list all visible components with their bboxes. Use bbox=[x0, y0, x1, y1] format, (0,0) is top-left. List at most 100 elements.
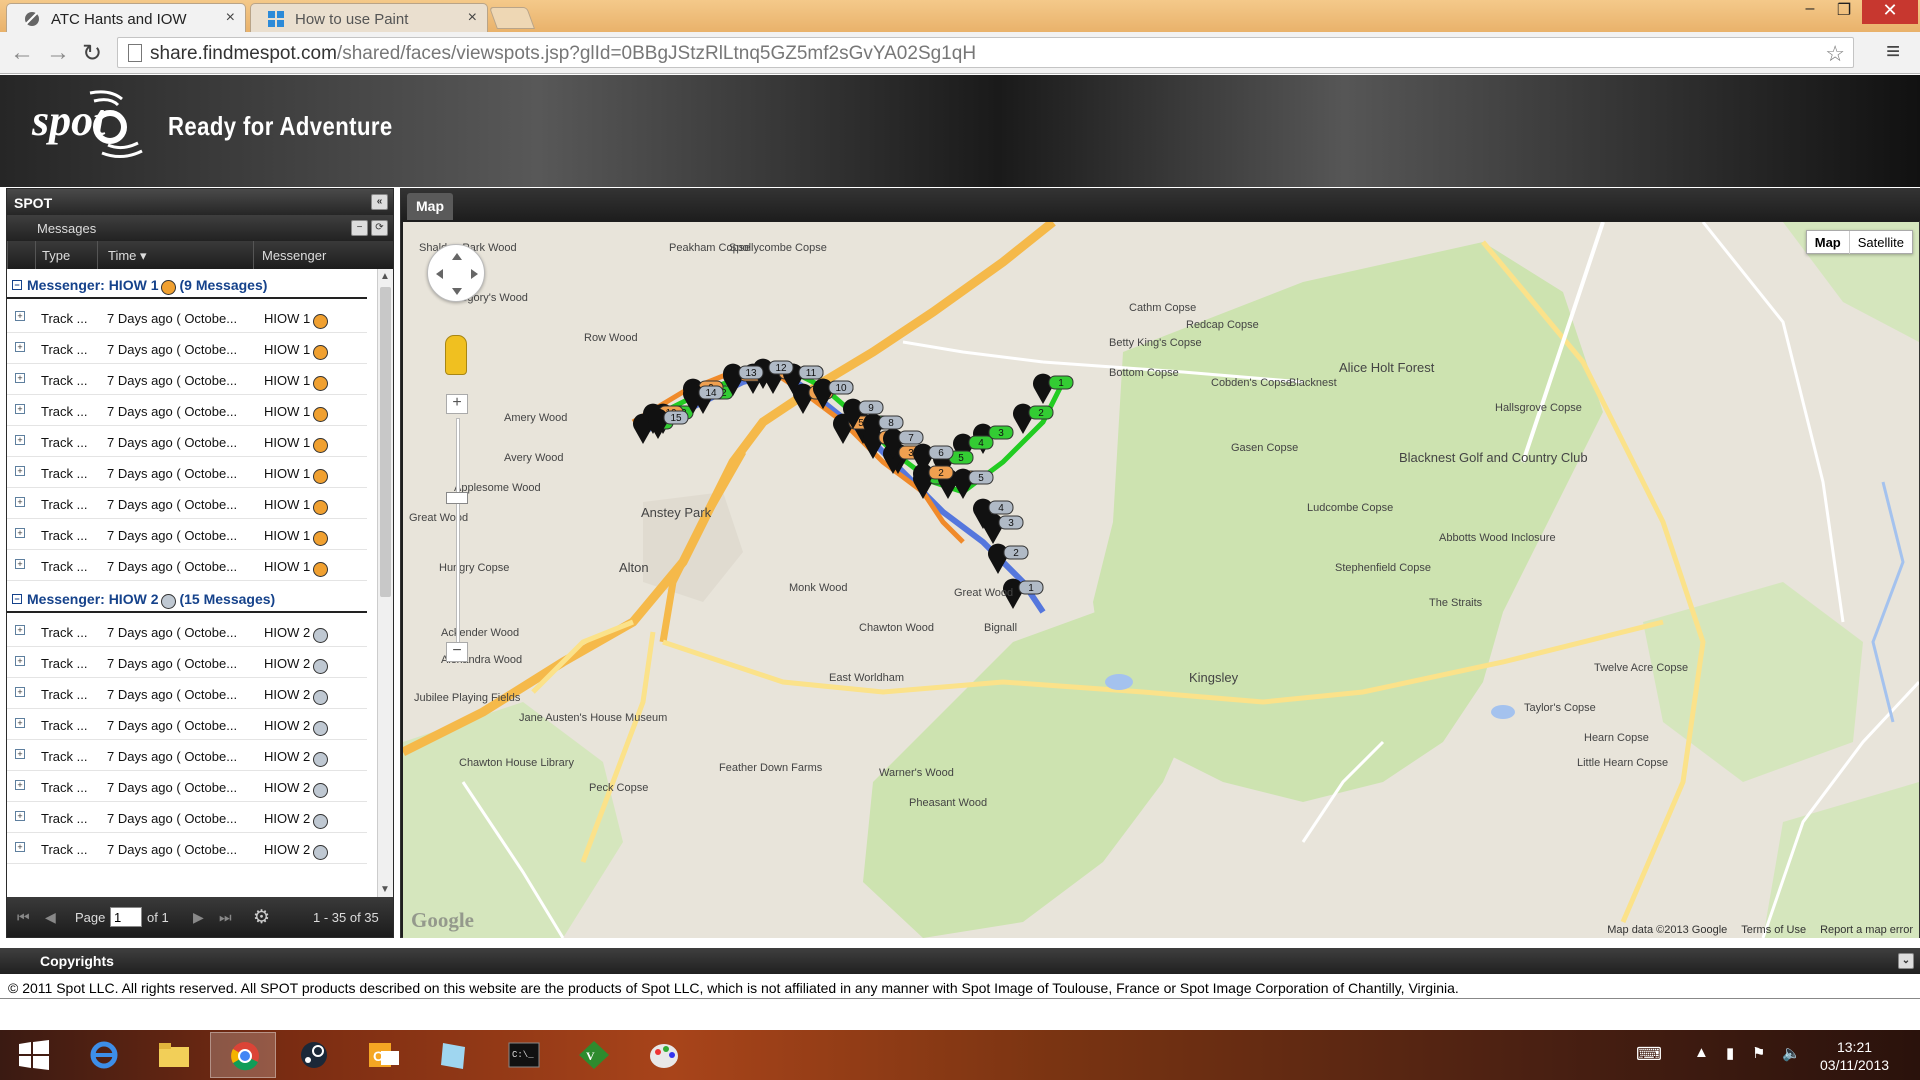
show-hidden-icons[interactable]: ▲ bbox=[1694, 1044, 1709, 1061]
scroll-up-icon[interactable]: ▲ bbox=[380, 271, 390, 282]
taskbar-vim[interactable]: V bbox=[560, 1032, 626, 1078]
row-expand-icon[interactable]: + bbox=[15, 811, 25, 821]
taskbar-clock[interactable]: 13:21 03/11/2013 bbox=[1820, 1038, 1889, 1074]
action-center-flag-icon[interactable]: ⚑ bbox=[1752, 1044, 1765, 1062]
tab-how-to-use-paint[interactable]: How to use Paint × bbox=[250, 3, 488, 32]
refresh-icon[interactable]: ⚙ bbox=[253, 906, 270, 929]
bookmark-star-icon[interactable]: ☆ bbox=[1825, 41, 1845, 67]
reload-icon[interactable]: ↻ bbox=[82, 39, 102, 68]
column-time[interactable]: Time ▾ bbox=[97, 241, 253, 269]
message-row[interactable]: + Track ... 7 Days ago ( Octobe... HIOW 1 bbox=[7, 550, 367, 581]
pan-control-icon[interactable] bbox=[427, 244, 485, 302]
column-messenger[interactable]: Messenger bbox=[253, 241, 393, 269]
row-expand-icon[interactable]: + bbox=[15, 404, 25, 414]
row-expand-icon[interactable]: + bbox=[15, 656, 25, 666]
message-type: Track ... bbox=[41, 435, 88, 450]
row-expand-icon[interactable]: + bbox=[15, 528, 25, 538]
row-expand-icon[interactable]: + bbox=[15, 842, 25, 852]
collapse-panel-icon[interactable]: « bbox=[371, 194, 388, 210]
taskbar-internet-explorer[interactable] bbox=[70, 1032, 136, 1078]
row-expand-icon[interactable]: + bbox=[15, 435, 25, 445]
messenger-group-header[interactable]: − Messenger: HIOW 2 (15 Messages) bbox=[7, 583, 367, 613]
message-row[interactable]: + Track ... 7 Days ago ( Octobe... HIOW 2 bbox=[7, 709, 367, 740]
map-canvas[interactable]: 1234567891011121314123456789101234567891… bbox=[403, 222, 1919, 938]
tab-close-icon[interactable]: × bbox=[226, 9, 235, 27]
message-row[interactable]: + Track ... 7 Days ago ( Octobe... HIOW 1 bbox=[7, 333, 367, 364]
scroll-down-icon[interactable]: ▼ bbox=[380, 884, 390, 895]
grid-scrollbar[interactable]: ▲ ▼ bbox=[377, 269, 393, 897]
group-collapse-icon[interactable]: − bbox=[12, 280, 22, 290]
row-expand-icon[interactable]: + bbox=[15, 780, 25, 790]
tab-atc-hants[interactable]: ATC Hants and IOW × bbox=[6, 3, 246, 32]
row-expand-icon[interactable]: + bbox=[15, 559, 25, 569]
taskbar-command-prompt[interactable]: C:\_ bbox=[490, 1032, 556, 1078]
street-view-pegman-icon[interactable] bbox=[445, 335, 467, 375]
zoom-slider[interactable] bbox=[456, 418, 460, 652]
message-row[interactable]: + Track ... 7 Days ago ( Octobe... HIOW 1 bbox=[7, 519, 367, 550]
first-page-icon[interactable]: ⏮ bbox=[17, 909, 30, 926]
taskbar-file-explorer[interactable] bbox=[140, 1032, 206, 1078]
row-expand-icon[interactable]: + bbox=[15, 373, 25, 383]
zoom-in-button[interactable]: + bbox=[446, 394, 468, 414]
taskbar-notepad[interactable] bbox=[420, 1032, 486, 1078]
map-view-button[interactable]: Map bbox=[1807, 231, 1850, 254]
row-expand-icon[interactable]: + bbox=[15, 625, 25, 635]
group-collapse-icon[interactable]: − bbox=[12, 594, 22, 604]
row-expand-icon[interactable]: + bbox=[15, 497, 25, 507]
message-row[interactable]: + Track ... 7 Days ago ( Octobe... HIOW 2 bbox=[7, 616, 367, 647]
scroll-thumb[interactable] bbox=[380, 287, 391, 597]
place-label: Stephenfield Copse bbox=[1335, 562, 1432, 574]
message-row[interactable]: + Track ... 7 Days ago ( Octobe... HIOW 1 bbox=[7, 457, 367, 488]
next-page-icon[interactable]: ▶ bbox=[193, 909, 204, 926]
zoom-out-button[interactable]: − bbox=[446, 642, 468, 662]
start-button[interactable] bbox=[0, 1032, 66, 1078]
message-time: 7 Days ago ( Octobe... bbox=[107, 311, 238, 326]
row-expand-icon[interactable]: + bbox=[15, 718, 25, 728]
page-number-input[interactable] bbox=[110, 907, 142, 927]
chrome-menu-icon[interactable]: ≡ bbox=[1886, 38, 1900, 66]
volume-icon[interactable]: 🔈 bbox=[1782, 1044, 1801, 1062]
new-tab-button[interactable] bbox=[488, 7, 536, 29]
message-row[interactable]: + Track ... 7 Days ago ( Octobe... HIOW 1 bbox=[7, 364, 367, 395]
column-type[interactable]: Type bbox=[35, 241, 97, 269]
terms-link[interactable]: Terms of Use bbox=[1741, 924, 1806, 936]
close-window-button[interactable]: ✕ bbox=[1862, 0, 1918, 24]
zoom-slider-thumb[interactable] bbox=[446, 492, 468, 504]
minimize-messages-icon[interactable]: − bbox=[351, 220, 368, 236]
last-page-icon[interactable]: ⏭ bbox=[219, 909, 232, 926]
forward-arrow-icon[interactable]: → bbox=[46, 39, 70, 67]
message-row[interactable]: + Track ... 7 Days ago ( Octobe... HIOW 2 bbox=[7, 771, 367, 802]
row-expand-icon[interactable]: + bbox=[15, 466, 25, 476]
collapse-copyrights-icon[interactable]: ⌄ bbox=[1898, 953, 1914, 969]
row-expand-icon[interactable]: + bbox=[15, 749, 25, 759]
address-bar[interactable]: share.findmespot.com/shared/faces/viewsp… bbox=[117, 37, 1854, 68]
battery-icon[interactable]: ▮ bbox=[1726, 1044, 1734, 1062]
maximize-button[interactable]: ❐ bbox=[1824, 0, 1864, 24]
message-row[interactable]: + Track ... 7 Days ago ( Octobe... HIOW 2 bbox=[7, 678, 367, 709]
messenger-group-header[interactable]: − Messenger: HIOW 1 (9 Messages) bbox=[7, 269, 367, 299]
row-expand-icon[interactable]: + bbox=[15, 687, 25, 697]
refresh-messages-icon[interactable]: ⟳ bbox=[371, 220, 388, 236]
back-arrow-icon[interactable]: ← bbox=[10, 39, 34, 67]
taskbar-paint[interactable] bbox=[630, 1032, 696, 1078]
keyboard-icon[interactable]: ⌨ bbox=[1636, 1044, 1662, 1065]
spot-logo[interactable]: spot bbox=[30, 85, 160, 165]
taskbar-outlook[interactable]: O bbox=[350, 1032, 416, 1078]
report-error-link[interactable]: Report a map error bbox=[1820, 924, 1913, 936]
row-expand-icon[interactable]: + bbox=[15, 342, 25, 352]
message-row[interactable]: + Track ... 7 Days ago ( Octobe... HIOW 2 bbox=[7, 802, 367, 833]
message-row[interactable]: + Track ... 7 Days ago ( Octobe... HIOW 1 bbox=[7, 426, 367, 457]
message-row[interactable]: + Track ... 7 Days ago ( Octobe... HIOW 2 bbox=[7, 740, 367, 771]
message-row[interactable]: + Track ... 7 Days ago ( Octobe... HIOW 1 bbox=[7, 395, 367, 426]
taskbar-steam[interactable] bbox=[280, 1032, 346, 1078]
row-expand-icon[interactable]: + bbox=[15, 311, 25, 321]
message-row[interactable]: + Track ... 7 Days ago ( Octobe... HIOW 1 bbox=[7, 302, 367, 333]
message-row[interactable]: + Track ... 7 Days ago ( Octobe... HIOW 2 bbox=[7, 833, 367, 864]
prev-page-icon[interactable]: ◀ bbox=[45, 909, 56, 926]
tab-map[interactable]: Map bbox=[407, 193, 453, 220]
message-row[interactable]: + Track ... 7 Days ago ( Octobe... HIOW 1 bbox=[7, 488, 367, 519]
tab-close-icon[interactable]: × bbox=[468, 9, 477, 27]
satellite-view-button[interactable]: Satellite bbox=[1850, 231, 1912, 254]
message-row[interactable]: + Track ... 7 Days ago ( Octobe... HIOW 2 bbox=[7, 647, 367, 678]
taskbar-chrome[interactable] bbox=[210, 1032, 276, 1078]
